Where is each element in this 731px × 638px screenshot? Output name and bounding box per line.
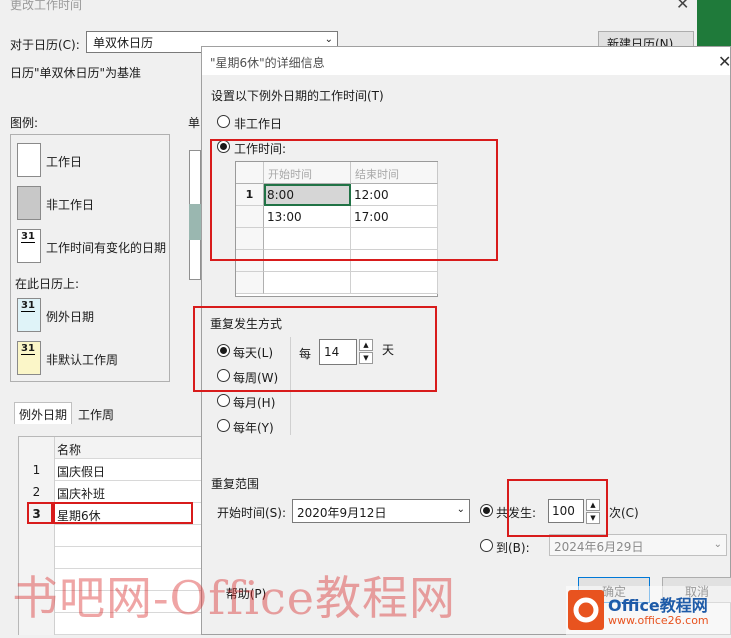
- base-calendar-text: 日历"单双休日历"为基准: [10, 66, 142, 80]
- highlight-working-times: [210, 139, 498, 261]
- nondefault-week-swatch: 31: [17, 341, 41, 375]
- exception-day-swatch: 31: [17, 298, 41, 332]
- office-logo: Office教程网 www.office26.com: [566, 582, 731, 635]
- calendar-selected-cell: [189, 204, 201, 240]
- end-date-select[interactable]: 2024年6月29日 ⌄: [549, 534, 727, 556]
- chevron-down-icon: ⌄: [713, 539, 722, 550]
- legend-label: 图例:: [10, 116, 39, 130]
- tab-work-weeks[interactable]: 工作周: [74, 404, 118, 424]
- start-time-cell[interactable]: [264, 272, 351, 294]
- legend-changed: 工作时间有变化的日期: [46, 241, 167, 255]
- end-by-radio[interactable]: [480, 539, 493, 552]
- dialog-titlebar: "星期6休"的详细信息 ✕: [202, 47, 731, 75]
- table-row[interactable]: 1 国庆假日: [19, 459, 205, 481]
- end-time-cell[interactable]: [351, 272, 438, 294]
- monthly-radio[interactable]: [217, 394, 230, 407]
- table-row[interactable]: [19, 525, 205, 547]
- table-header-row: 名称: [19, 437, 205, 459]
- times-label: 次(C): [609, 506, 639, 520]
- chevron-down-icon: ⌄: [324, 34, 333, 45]
- legend-exception: 例外日期: [46, 310, 95, 324]
- highlight-row-name: [53, 502, 193, 524]
- logo-url: www.office26.com: [608, 614, 709, 627]
- column-header-name: 名称: [57, 443, 82, 457]
- legend-nondefault: 非默认工作周: [46, 353, 119, 367]
- close-icon[interactable]: ✕: [676, 0, 689, 13]
- highlight-occurrences: [507, 479, 608, 537]
- tab-exceptions[interactable]: 例外日期: [14, 402, 72, 424]
- legend-working: 工作日: [46, 155, 83, 169]
- watermark: 书吧网-Office教程网: [12, 571, 457, 625]
- legend-nonworking: 非工作日: [46, 198, 95, 212]
- close-icon[interactable]: ✕: [718, 52, 731, 71]
- chevron-down-icon: ⌄: [456, 504, 465, 515]
- dialog-title: "星期6休"的详细信息: [210, 56, 325, 70]
- calendar-select-value: 单双休日历: [93, 36, 154, 50]
- logo-title: Office教程网: [608, 596, 708, 615]
- yearly-radio[interactable]: [217, 419, 230, 432]
- set-working-time-label: 设置以下例外日期的工作时间(T): [211, 89, 384, 103]
- highlight-row-number: [27, 502, 53, 524]
- highlight-recurrence: [193, 306, 437, 392]
- end-by-label: 到(B):: [496, 541, 530, 555]
- legend-panel: 工作日 非工作日 31 工作时间有变化的日期 在此日历上: 31 例外日期 31…: [10, 134, 170, 382]
- yearly-label: 每年(Y): [233, 421, 274, 435]
- for-calendar-label: 对于日历(C):: [10, 38, 80, 52]
- nonworking-day-swatch: [17, 186, 41, 220]
- working-day-swatch: [17, 143, 41, 177]
- start-label: 开始时间(S):: [217, 506, 287, 520]
- dialog-title: 更改工作时间: [10, 0, 83, 12]
- table-row[interactable]: 2 国庆补班: [19, 481, 205, 503]
- legend-on-this-calendar: 在此日历上:: [15, 277, 80, 291]
- nonworking-radio[interactable]: [217, 115, 230, 128]
- end-after-radio[interactable]: [480, 504, 493, 517]
- end-date-value: 2024年6月29日: [554, 540, 644, 554]
- nonworking-label: 非工作日: [234, 117, 283, 131]
- changed-day-swatch: 31: [17, 229, 41, 263]
- calendar-month-label: 单: [188, 116, 201, 130]
- range-label: 重复范围: [211, 477, 260, 491]
- start-date-value: 2020年9月12日: [297, 506, 387, 520]
- start-date-select[interactable]: 2020年9月12日 ⌄: [292, 499, 470, 523]
- exception-details-dialog: "星期6休"的详细信息 ✕ 设置以下例外日期的工作时间(T) 非工作日 工作时间…: [193, 46, 731, 635]
- monthly-label: 每月(H): [233, 396, 276, 410]
